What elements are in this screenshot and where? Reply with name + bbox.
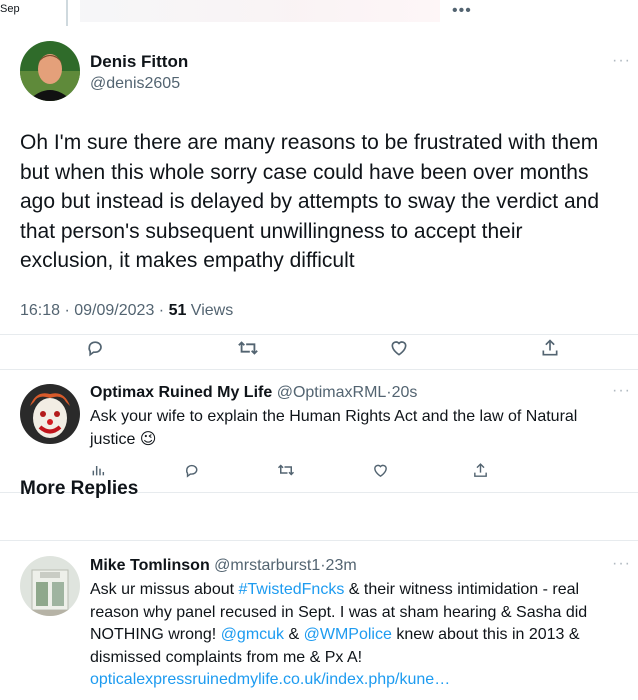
divider — [0, 369, 638, 370]
avatar-image — [20, 384, 80, 444]
thread-line — [66, 0, 68, 26]
author-handle[interactable]: @mrstarburst1 — [214, 557, 320, 574]
divider — [0, 334, 638, 335]
tweet-timestamp[interactable]: 16:18 · 09/09/2023 · — [20, 302, 169, 319]
author-handle[interactable]: @OptimaxRML — [277, 384, 387, 401]
reply-text: Ask your wife to explain the Human Right… — [90, 406, 620, 451]
section-title: More Replies — [20, 478, 139, 499]
more-horizontal-icon[interactable]: ··· — [612, 52, 631, 70]
reply-time[interactable]: 23m — [326, 557, 357, 574]
author-handle[interactable]: @denis2605 — [90, 75, 180, 93]
reply-body: & — [284, 626, 304, 643]
avatar-mike[interactable] — [20, 556, 80, 616]
share-icon[interactable] — [468, 458, 492, 482]
avatar-denis[interactable] — [20, 41, 80, 101]
hashtag-link[interactable]: #TwistedFncks — [239, 581, 345, 598]
author-name[interactable]: Optimax Ruined My Life — [90, 384, 272, 401]
reply-header: Mike Tomlinson @mrstarburst1·23m — [90, 557, 357, 575]
retweet-icon[interactable] — [274, 458, 298, 482]
retweet-icon[interactable] — [236, 336, 260, 360]
author-name[interactable]: Denis Fitton — [90, 52, 188, 72]
more-horizontal-icon[interactable]: ··· — [612, 382, 631, 400]
reply-text: Ask ur missus about #TwistedFncks & thei… — [90, 579, 620, 692]
reply-body: Ask your wife to explain the Human Right… — [90, 408, 578, 448]
reply-time[interactable]: 20s — [392, 384, 418, 401]
tweet-meta: 16:18 · 09/09/2023 · 51 Views — [20, 302, 233, 320]
top-date-fragment: Sep — [0, 3, 20, 15]
tweet-text: Oh I'm sure there are many reasons to be… — [20, 131, 600, 272]
wink-emoji: 😉 — [139, 430, 157, 448]
faded-tweet-fragment — [80, 0, 440, 22]
avatar-image — [20, 556, 80, 616]
more-horizontal-icon[interactable]: ••• — [452, 2, 472, 20]
more-horizontal-icon[interactable]: ··· — [612, 555, 631, 573]
tweet-actions — [0, 336, 638, 366]
top-strip: Sep ••• — [0, 0, 638, 26]
reply-body: Ask ur missus about — [90, 581, 239, 598]
share-icon[interactable] — [538, 336, 562, 360]
heart-icon[interactable] — [387, 336, 411, 360]
reply-icon[interactable] — [180, 458, 204, 482]
divider — [0, 540, 638, 541]
heart-icon[interactable] — [368, 458, 392, 482]
author-name[interactable]: Mike Tomlinson — [90, 557, 210, 574]
url-link[interactable]: opticalexpressruinedmylife.co.uk/index.p… — [90, 671, 450, 688]
avatar-optimax[interactable] — [20, 384, 80, 444]
mention-link[interactable]: @gmcuk — [221, 626, 284, 643]
avatar-image — [20, 41, 80, 101]
views-label: Views — [186, 302, 234, 319]
views-count: 51 — [168, 302, 187, 319]
mention-link[interactable]: @WMPolice — [304, 626, 392, 643]
reply-icon[interactable] — [84, 336, 108, 360]
reply-header: Optimax Ruined My Life @OptimaxRML·20s — [90, 384, 417, 402]
